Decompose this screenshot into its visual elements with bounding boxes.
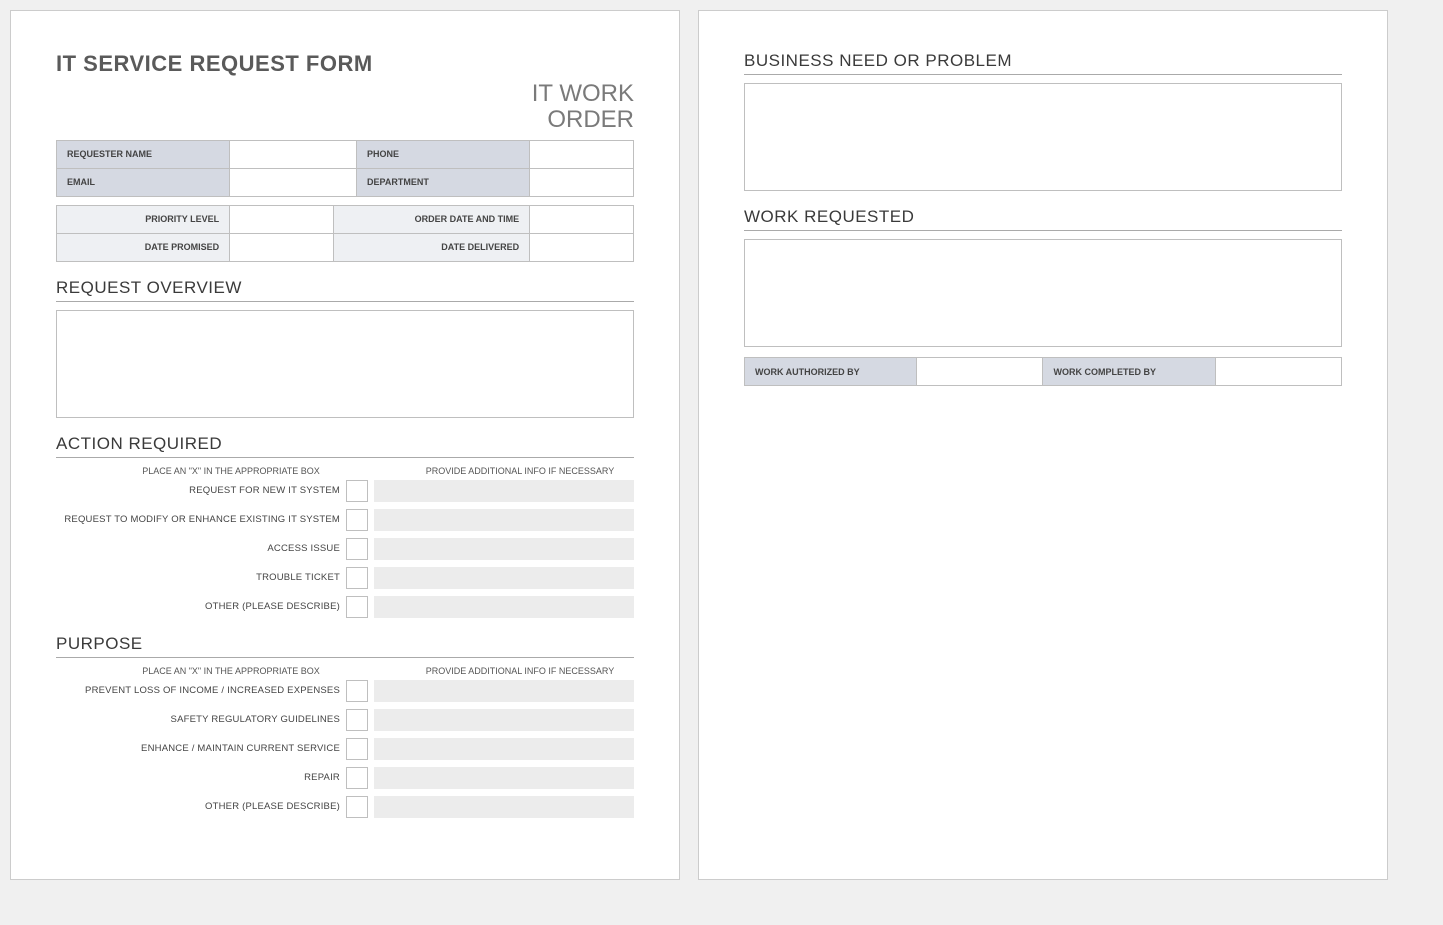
subtitle-line1: IT WORK — [532, 80, 634, 107]
action-row-info[interactable] — [374, 567, 634, 589]
date-promised-field[interactable] — [230, 233, 334, 261]
purpose-row-checkbox[interactable] — [346, 680, 368, 702]
purpose-row: ENHANCE / MAINTAIN CURRENT SERVICE — [56, 738, 634, 760]
action-col-left-header: PLACE AN "X" IN THE APPROPRIATE BOX — [56, 466, 406, 476]
purpose-col-right-header: PROVIDE ADDITIONAL INFO IF NECESSARY — [406, 666, 634, 676]
requester-name-label: REQUESTER NAME — [57, 140, 230, 168]
business-need-textarea[interactable] — [744, 83, 1342, 191]
auth-table: WORK AUTHORIZED BY WORK COMPLETED BY — [744, 357, 1342, 386]
action-row: REQUEST FOR NEW IT SYSTEM — [56, 480, 634, 502]
purpose-row-info[interactable] — [374, 709, 634, 731]
priority-label: PRIORITY LEVEL — [57, 205, 230, 233]
purpose-row-info[interactable] — [374, 680, 634, 702]
action-row-checkbox[interactable] — [346, 509, 368, 531]
form-title: IT SERVICE REQUEST FORM — [56, 51, 634, 77]
completed-by-field[interactable] — [1215, 358, 1341, 386]
date-delivered-field[interactable] — [530, 233, 634, 261]
action-row-label: REQUEST TO MODIFY OR ENHANCE EXISTING IT… — [56, 514, 346, 525]
purpose-row: PREVENT LOSS OF INCOME / INCREASED EXPEN… — [56, 680, 634, 702]
business-need-heading: BUSINESS NEED OR PROBLEM — [744, 51, 1342, 75]
purpose-row-label: REPAIR — [56, 772, 346, 783]
purpose-row-checkbox[interactable] — [346, 796, 368, 818]
action-row: OTHER (PLEASE DESCRIBE) — [56, 596, 634, 618]
purpose-col-left-header: PLACE AN "X" IN THE APPROPRIATE BOX — [56, 666, 406, 676]
purpose-row-checkbox[interactable] — [346, 767, 368, 789]
purpose-row-label: ENHANCE / MAINTAIN CURRENT SERVICE — [56, 743, 346, 754]
purpose-row: REPAIR — [56, 767, 634, 789]
authorized-by-field[interactable] — [917, 358, 1043, 386]
action-required-section: PLACE AN "X" IN THE APPROPRIATE BOX PROV… — [56, 466, 634, 618]
purpose-row-checkbox[interactable] — [346, 709, 368, 731]
action-row-label: TROUBLE TICKET — [56, 572, 346, 583]
action-row-checkbox[interactable] — [346, 596, 368, 618]
date-delivered-label: DATE DELIVERED — [333, 233, 529, 261]
action-row-label: ACCESS ISSUE — [56, 543, 346, 554]
action-row-checkbox[interactable] — [346, 567, 368, 589]
work-requested-heading: WORK REQUESTED — [744, 207, 1342, 231]
action-row-checkbox[interactable] — [346, 480, 368, 502]
email-field[interactable] — [230, 168, 357, 196]
purpose-row-info[interactable] — [374, 738, 634, 760]
page-right: BUSINESS NEED OR PROBLEM WORK REQUESTED … — [698, 10, 1388, 880]
purpose-row-info[interactable] — [374, 796, 634, 818]
order-table: PRIORITY LEVEL ORDER DATE AND TIME DATE … — [56, 205, 634, 262]
purpose-row-label: OTHER (PLEASE DESCRIBE) — [56, 801, 346, 812]
completed-by-label: WORK COMPLETED BY — [1043, 358, 1215, 386]
action-row-checkbox[interactable] — [346, 538, 368, 560]
purpose-row-checkbox[interactable] — [346, 738, 368, 760]
action-required-heading: ACTION REQUIRED — [56, 434, 634, 458]
action-row-info[interactable] — [374, 538, 634, 560]
purpose-row: OTHER (PLEASE DESCRIBE) — [56, 796, 634, 818]
action-row-info[interactable] — [374, 596, 634, 618]
action-row: TROUBLE TICKET — [56, 567, 634, 589]
email-label: EMAIL — [57, 168, 230, 196]
purpose-row: SAFETY REGULATORY GUIDELINES — [56, 709, 634, 731]
action-row: ACCESS ISSUE — [56, 538, 634, 560]
purpose-row-info[interactable] — [374, 767, 634, 789]
action-row-label: REQUEST FOR NEW IT SYSTEM — [56, 485, 346, 496]
purpose-row-label: SAFETY REGULATORY GUIDELINES — [56, 714, 346, 725]
action-row-label: OTHER (PLEASE DESCRIBE) — [56, 601, 346, 612]
request-overview-textarea[interactable] — [56, 310, 634, 418]
phone-label: PHONE — [357, 140, 530, 168]
action-row-info[interactable] — [374, 480, 634, 502]
subtitle-line2: ORDER — [547, 106, 634, 133]
form-subtitle: IT WORK ORDER — [56, 81, 634, 134]
purpose-section: PLACE AN "X" IN THE APPROPRIATE BOX PROV… — [56, 666, 634, 818]
request-overview-heading: REQUEST OVERVIEW — [56, 278, 634, 302]
work-requested-textarea[interactable] — [744, 239, 1342, 347]
order-date-field[interactable] — [530, 205, 634, 233]
action-col-right-header: PROVIDE ADDITIONAL INFO IF NECESSARY — [406, 466, 634, 476]
requester-table: REQUESTER NAME PHONE EMAIL DEPARTMENT — [56, 140, 634, 197]
page-left: IT SERVICE REQUEST FORM IT WORK ORDER RE… — [10, 10, 680, 880]
department-label: DEPARTMENT — [357, 168, 530, 196]
order-date-label: ORDER DATE AND TIME — [333, 205, 529, 233]
phone-field[interactable] — [530, 140, 634, 168]
department-field[interactable] — [530, 168, 634, 196]
purpose-heading: PURPOSE — [56, 634, 634, 658]
priority-field[interactable] — [230, 205, 334, 233]
purpose-row-label: PREVENT LOSS OF INCOME / INCREASED EXPEN… — [56, 685, 346, 696]
action-row-info[interactable] — [374, 509, 634, 531]
date-promised-label: DATE PROMISED — [57, 233, 230, 261]
action-row: REQUEST TO MODIFY OR ENHANCE EXISTING IT… — [56, 509, 634, 531]
authorized-by-label: WORK AUTHORIZED BY — [745, 358, 917, 386]
requester-name-field[interactable] — [230, 140, 357, 168]
